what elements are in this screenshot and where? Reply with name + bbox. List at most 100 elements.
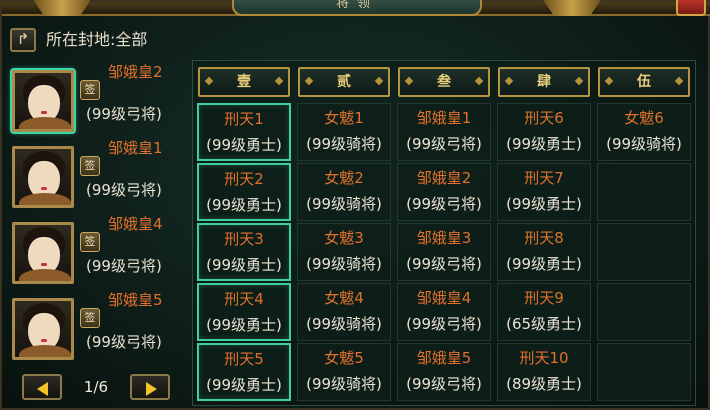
formation-cell[interactable]: 刑天2 (99级勇士): [197, 163, 291, 221]
general-name: 邹娥皇1: [108, 139, 163, 157]
pager: 1/6: [22, 374, 172, 400]
cell-general-name: 邹娥皇2: [416, 169, 472, 187]
rank-badge: 签: [80, 80, 100, 100]
column-header[interactable]: 伍: [598, 67, 690, 97]
formation-cell[interactable]: 邹娥皇5 (99级弓将): [397, 343, 491, 401]
formation-cell[interactable]: 邹娥皇3 (99级弓将): [397, 223, 491, 281]
cell-general-name: 邹娥皇5: [416, 349, 472, 367]
general-item[interactable]: 签 邹娥皇2 (99级弓将): [8, 62, 188, 136]
cell-general-name: 刑天10: [519, 349, 569, 367]
window-frame: 将领 ↱ 所在封地:全部 签 邹娥皇2 (99级弓将) 签 邹娥皇1 (99级弓…: [0, 0, 710, 410]
formation-cell[interactable]: 刑天7 (99级勇士): [497, 163, 591, 221]
formation-grid: 壹贰叁肆伍刑天1 (99级勇士) 女魃1 (99级骑将) 邹娥皇1 (99级弓将) 刑天6 (…: [192, 60, 696, 406]
column-header[interactable]: 叁: [398, 67, 490, 97]
back-button[interactable]: ↱: [10, 28, 36, 52]
formation-cell[interactable]: 女魃5 (99级骑将): [297, 343, 391, 401]
rank-badge: 签: [80, 232, 100, 252]
cell-general-name: 刑天3: [224, 230, 264, 248]
formation-cell[interactable]: 女魃6 (99级骑将): [597, 103, 691, 161]
return-arrow-icon: ↱: [16, 30, 30, 48]
cell-general-level: (99级骑将): [306, 135, 382, 153]
cell-general-name: 刑天8: [524, 229, 564, 247]
window-title: 将领: [232, 0, 482, 16]
formation-cell[interactable]: 刑天6 (99级勇士): [497, 103, 591, 161]
cell-general-level: (99级弓将): [406, 315, 482, 333]
empty-cell[interactable]: [597, 343, 691, 401]
column-header[interactable]: 贰: [298, 67, 390, 97]
formation-cell[interactable]: 女魃2 (99级骑将): [297, 163, 391, 221]
empty-cell[interactable]: [597, 163, 691, 221]
cell-general-name: 刑天7: [524, 169, 564, 187]
formation-cell[interactable]: 刑天5 (99级勇士): [197, 343, 291, 401]
cell-general-level: (99级弓将): [406, 135, 482, 153]
column-header[interactable]: 肆: [498, 67, 590, 97]
cell-general-level: (99级弓将): [406, 255, 482, 273]
general-item[interactable]: 签 邹娥皇4 (99级弓将): [8, 214, 188, 288]
general-item[interactable]: 签 邹娥皇1 (99级弓将): [8, 138, 188, 212]
cell-general-name: 刑天1: [224, 110, 264, 128]
general-level: (99级弓将): [86, 257, 162, 275]
cell-general-name: 刑天5: [224, 350, 264, 368]
rank-badge: 签: [80, 156, 100, 176]
cell-general-level: (99级勇士): [206, 256, 282, 274]
formation-cell[interactable]: 刑天9 (65级勇士): [497, 283, 591, 341]
general-portrait: [12, 146, 74, 208]
cell-general-name: 女魃3: [324, 229, 364, 247]
formation-cell[interactable]: 刑天3 (99级勇士): [197, 223, 291, 281]
cell-general-level: (99级勇士): [206, 316, 282, 334]
general-portrait: [12, 298, 74, 360]
cell-general-name: 刑天4: [224, 290, 264, 308]
formation-cell[interactable]: 刑天4 (99级勇士): [197, 283, 291, 341]
cell-general-level: (65级勇士): [506, 315, 582, 333]
formation-cell[interactable]: 刑天8 (99级勇士): [497, 223, 591, 281]
cell-general-name: 刑天2: [224, 170, 264, 188]
cell-general-name: 刑天9: [524, 289, 564, 307]
page-indicator: 1/6: [83, 378, 109, 396]
empty-cell[interactable]: [597, 223, 691, 281]
cell-general-level: (99级骑将): [306, 375, 382, 393]
cell-general-level: (89级勇士): [506, 375, 582, 393]
cell-general-level: (99级骑将): [606, 135, 682, 153]
general-portrait: [12, 222, 74, 284]
cell-general-level: (99级勇士): [206, 376, 282, 394]
general-level: (99级弓将): [86, 181, 162, 199]
general-name: 邹娥皇4: [108, 215, 163, 233]
cell-general-name: 刑天6: [524, 109, 564, 127]
formation-cell[interactable]: 女魃4 (99级骑将): [297, 283, 391, 341]
general-level: (99级弓将): [86, 105, 162, 123]
general-portrait: [12, 70, 74, 132]
close-button[interactable]: [676, 0, 706, 16]
formation-cell[interactable]: 邹娥皇1 (99级弓将): [397, 103, 491, 161]
cell-general-level: (99级骑将): [306, 195, 382, 213]
cell-general-level: (99级骑将): [306, 255, 382, 273]
cell-general-level: (99级弓将): [406, 375, 482, 393]
cell-general-name: 邹娥皇3: [416, 229, 472, 247]
cell-general-name: 女魃2: [324, 169, 364, 187]
cell-general-level: (99级弓将): [406, 195, 482, 213]
cell-general-level: (99级勇士): [506, 135, 582, 153]
cell-general-name: 邹娥皇4: [416, 289, 472, 307]
formation-cell[interactable]: 刑天1 (99级勇士): [197, 103, 291, 161]
general-level: (99级弓将): [86, 333, 162, 351]
prev-page-button[interactable]: [22, 374, 62, 400]
cell-general-level: (99级勇士): [506, 255, 582, 273]
formation-cell[interactable]: 邹娥皇2 (99级弓将): [397, 163, 491, 221]
cell-general-name: 邹娥皇1: [416, 109, 472, 127]
general-item[interactable]: 签 邹娥皇5 (99级弓将): [8, 290, 188, 364]
column-header[interactable]: 壹: [198, 67, 290, 97]
location-label: 所在封地:全部: [46, 30, 148, 49]
formation-cell[interactable]: 女魃3 (99级骑将): [297, 223, 391, 281]
general-list: 签 邹娥皇2 (99级弓将) 签 邹娥皇1 (99级弓将) 签 邹娥皇4 (99…: [8, 62, 188, 362]
formation-cell[interactable]: 邹娥皇4 (99级弓将): [397, 283, 491, 341]
next-page-button[interactable]: [130, 374, 170, 400]
triangle-left-icon: [37, 382, 48, 396]
cell-general-level: (99级骑将): [306, 315, 382, 333]
formation-cell[interactable]: 女魃1 (99级骑将): [297, 103, 391, 161]
cell-general-level: (99级勇士): [506, 195, 582, 213]
empty-cell[interactable]: [597, 283, 691, 341]
formation-cell[interactable]: 刑天10 (89级勇士): [497, 343, 591, 401]
cell-general-name: 女魃1: [324, 109, 364, 127]
triangle-right-icon: [146, 382, 157, 396]
rank-badge: 签: [80, 308, 100, 328]
cell-general-name: 女魃5: [324, 349, 364, 367]
